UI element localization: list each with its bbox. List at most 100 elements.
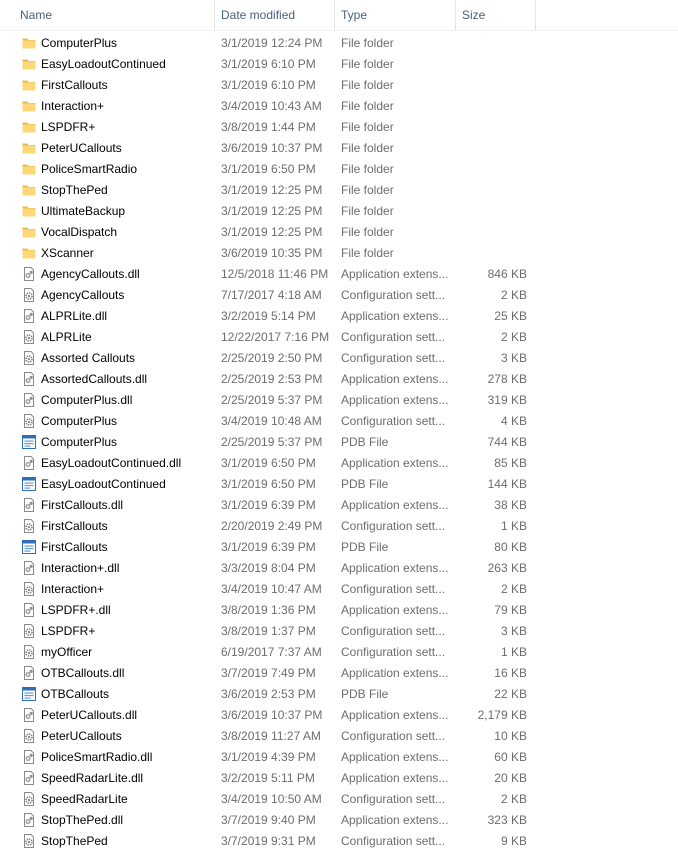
file-type: Configuration sett... xyxy=(341,330,446,344)
file-name: PeterUCallouts xyxy=(41,141,122,155)
file-row[interactable]: PeterUCallouts 3/8/2019 11:27 AM Configura… xyxy=(0,726,678,747)
file-name: OTBCallouts xyxy=(41,687,110,701)
file-date-modified: 3/6/2019 10:37 PM xyxy=(221,141,323,155)
file-row[interactable]: VocalDispatch 3/1/2019 12:25 PM File folde… xyxy=(0,222,678,243)
file-date-modified: 3/2/2019 5:14 PM xyxy=(221,309,316,323)
dll-icon xyxy=(22,603,36,617)
file-row[interactable]: ComputerPlus.dll 2/25/2019 5:37 PM Applica… xyxy=(0,390,678,411)
file-row[interactable]: OTBCallouts 3/6/2019 2:53 PM PDB File 22 KB xyxy=(0,684,678,705)
file-size xyxy=(456,54,527,75)
file-type: Application extens... xyxy=(341,393,449,407)
folder-icon xyxy=(22,141,36,155)
file-row[interactable]: EasyLoadoutContinued.dll 3/1/2019 6:50 PM… xyxy=(0,453,678,474)
file-type: Application extens... xyxy=(341,708,449,722)
file-row[interactable]: LSPDFR+ 3/8/2019 1:44 PM File folder xyxy=(0,117,678,138)
file-row[interactable]: StopThePed.dll 3/7/2019 9:40 PM Applicatio… xyxy=(0,810,678,831)
file-type: PDB File xyxy=(341,687,389,701)
folder-icon xyxy=(22,120,36,134)
file-row[interactable]: SpeedRadarLite 3/4/2019 10:50 AM Configura… xyxy=(0,789,678,810)
file-date-modified: 3/4/2019 10:47 AM xyxy=(221,582,322,596)
file-size: 263 KB xyxy=(487,561,527,575)
file-size: 3 KB xyxy=(500,351,527,365)
file-date-modified: 2/25/2019 5:37 PM xyxy=(221,393,323,407)
file-date-modified: 2/25/2019 2:53 PM xyxy=(221,372,323,386)
file-date-modified: 3/1/2019 6:39 PM xyxy=(221,540,316,554)
file-name: LSPDFR+ xyxy=(41,120,96,134)
file-row[interactable]: PoliceSmartRadio.dll 3/1/2019 4:39 PM Appl… xyxy=(0,747,678,768)
file-row[interactable]: Assorted Callouts 2/25/2019 2:50 PM Config… xyxy=(0,348,678,369)
file-row[interactable]: XScanner 3/6/2019 10:35 PM File folder xyxy=(0,243,678,264)
file-row[interactable]: AgencyCallouts.dll 12/5/2018 11:46 PM Appl… xyxy=(0,264,678,285)
file-type: File folder xyxy=(341,141,394,155)
dll-icon xyxy=(22,666,36,680)
file-row[interactable]: EasyLoadoutContinued 3/1/2019 6:50 PM PDB … xyxy=(0,474,678,495)
folder-icon xyxy=(22,183,36,197)
file-row[interactable]: ALPRLite.dll 3/2/2019 5:14 PM Application … xyxy=(0,306,678,327)
file-row[interactable]: myOfficer 6/19/2017 7:37 AM Configuration … xyxy=(0,642,678,663)
file-name: FirstCallouts.dll xyxy=(41,498,124,512)
file-row[interactable]: PoliceSmartRadio 3/1/2019 6:50 PM File fol… xyxy=(0,159,678,180)
file-row[interactable]: LSPDFR+.dll 3/8/2019 1:36 PM Application e… xyxy=(0,600,678,621)
pdb-icon xyxy=(22,687,36,701)
file-name: ComputerPlus.dll xyxy=(41,393,133,407)
dll-icon xyxy=(22,267,36,281)
column-header-date[interactable]: Date modified xyxy=(214,0,335,30)
file-name: SpeedRadarLite xyxy=(41,792,128,806)
file-size: 3 KB xyxy=(500,624,527,638)
file-date-modified: 3/6/2019 10:37 PM xyxy=(221,708,323,722)
column-header-type[interactable]: Type xyxy=(334,0,456,30)
file-type: Configuration sett... xyxy=(341,834,446,848)
file-size: 9 KB xyxy=(500,834,527,848)
file-row[interactable]: ComputerPlus 2/25/2019 5:37 PM PDB File 744… xyxy=(0,432,678,453)
file-type: Configuration sett... xyxy=(341,645,446,659)
file-row[interactable]: FirstCallouts 3/1/2019 6:10 PM File folder xyxy=(0,75,678,96)
file-row[interactable]: FirstCallouts 3/1/2019 6:39 PM PDB File 80 … xyxy=(0,537,678,558)
file-type: Configuration sett... xyxy=(341,792,446,806)
file-row[interactable]: UltimateBackup 3/1/2019 12:25 PM File fold… xyxy=(0,201,678,222)
file-row[interactable]: AssortedCallouts.dll 2/25/2019 2:53 PM App… xyxy=(0,369,678,390)
file-type: Application extens... xyxy=(341,603,449,617)
column-header-size[interactable]: Size xyxy=(455,0,536,30)
file-row[interactable]: PeterUCallouts 3/6/2019 10:37 PM File fold… xyxy=(0,138,678,159)
file-date-modified: 3/1/2019 12:25 PM xyxy=(221,204,323,218)
file-name: SpeedRadarLite.dll xyxy=(41,771,144,785)
file-row[interactable]: ComputerPlus 3/4/2019 10:48 AM Configurati… xyxy=(0,411,678,432)
file-name: EasyLoadoutContinued xyxy=(41,57,166,71)
file-date-modified: 12/22/2017 7:16 PM xyxy=(221,330,330,344)
file-size: 2,179 KB xyxy=(477,708,527,722)
file-row[interactable]: ComputerPlus 3/1/2019 12:24 PM File folder xyxy=(0,33,678,54)
file-row[interactable]: EasyLoadoutContinued 3/1/2019 6:10 PM File… xyxy=(0,54,678,75)
file-row[interactable]: OTBCallouts.dll 3/7/2019 7:49 PM Applicati… xyxy=(0,663,678,684)
file-row[interactable]: FirstCallouts 2/20/2019 2:49 PM Configurat… xyxy=(0,516,678,537)
config-icon xyxy=(22,792,36,806)
file-row[interactable]: FirstCallouts.dll 3/1/2019 6:39 PM Applica… xyxy=(0,495,678,516)
file-row[interactable]: Interaction+.dll 3/3/2019 8:04 PM Applicat… xyxy=(0,558,678,579)
file-date-modified: 3/3/2019 8:04 PM xyxy=(221,561,316,575)
file-row[interactable]: ALPRLite 12/22/2017 7:16 PM Configuration … xyxy=(0,327,678,348)
file-row[interactable]: Interaction+ 3/4/2019 10:43 AM File folder xyxy=(0,96,678,117)
file-row[interactable]: Interaction+ 3/4/2019 10:47 AM Configurati… xyxy=(0,579,678,600)
file-row[interactable]: AgencyCallouts 7/17/2017 4:18 AM Configura… xyxy=(0,285,678,306)
file-row[interactable]: LSPDFR+ 3/8/2019 1:37 PM Configuration set… xyxy=(0,621,678,642)
sort-arrow-icon: ⌃ xyxy=(121,0,129,3)
file-name: PeterUCallouts.dll xyxy=(41,708,138,722)
file-row[interactable]: PeterUCallouts.dll 3/6/2019 10:37 PM Appli… xyxy=(0,705,678,726)
file-date-modified: 3/8/2019 11:27 AM xyxy=(221,729,321,743)
file-size xyxy=(456,33,527,54)
file-row[interactable]: StopThePed 3/7/2019 9:31 PM Configuration … xyxy=(0,831,678,852)
file-size: 2 KB xyxy=(500,330,527,344)
file-name: AgencyCallouts xyxy=(41,288,125,302)
file-type: PDB File xyxy=(341,435,389,449)
column-header-name[interactable]: ⌃ Name xyxy=(13,0,215,30)
file-date-modified: 3/1/2019 6:50 PM xyxy=(221,162,316,176)
config-icon xyxy=(22,351,36,365)
file-date-modified: 3/8/2019 1:37 PM xyxy=(221,624,316,638)
file-type: Application extens... xyxy=(341,267,449,281)
file-name: EasyLoadoutContinued.dll xyxy=(41,456,182,470)
file-date-modified: 2/20/2019 2:49 PM xyxy=(221,519,323,533)
file-row[interactable]: SpeedRadarLite.dll 3/2/2019 5:11 PM Applic… xyxy=(0,768,678,789)
file-size: 85 KB xyxy=(494,456,527,470)
file-row[interactable]: StopThePed 3/1/2019 12:25 PM File folder xyxy=(0,180,678,201)
file-size xyxy=(456,117,527,138)
file-date-modified: 3/8/2019 1:36 PM xyxy=(221,603,316,617)
